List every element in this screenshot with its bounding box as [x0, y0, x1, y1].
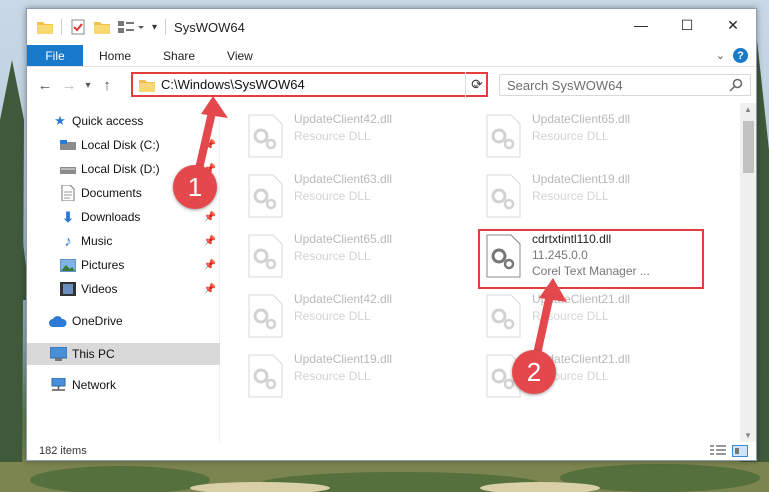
callout-step-2: 2 [512, 350, 556, 394]
annotation-arrows [192, 96, 567, 372]
callout-step-1: 1 [173, 165, 217, 209]
